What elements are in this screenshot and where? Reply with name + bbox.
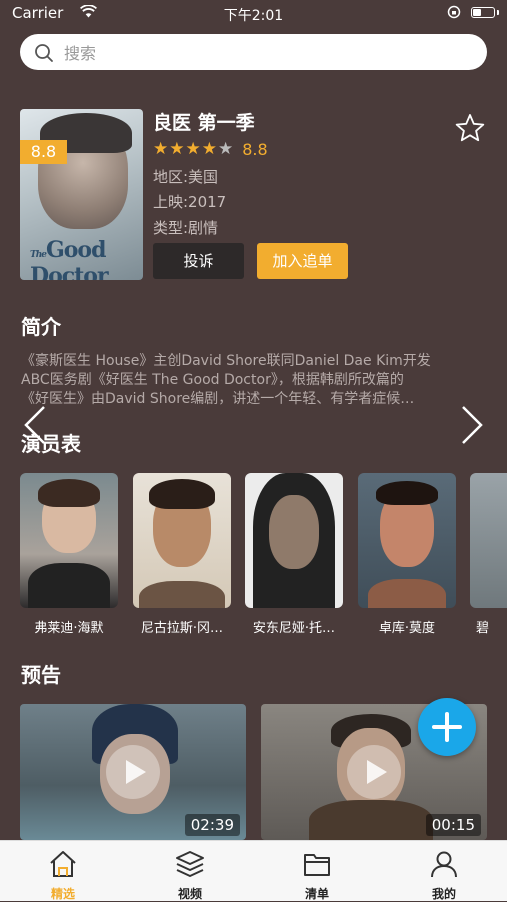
tab-video[interactable]: 视频 (127, 841, 253, 901)
release-label: 上映:2017 (153, 193, 227, 211)
search-input[interactable] (62, 34, 466, 72)
actor-card[interactable]: 安东尼娅·托… (245, 473, 343, 636)
battery-icon (471, 7, 499, 18)
actor-name: 尼古拉斯·冈… (140, 621, 224, 636)
show-title: 良医 第一季 (153, 112, 255, 134)
play-icon[interactable] (106, 745, 160, 799)
actor-photo (20, 473, 118, 608)
tab-featured[interactable]: 精选 (0, 841, 126, 901)
trailer-duration: 02:39 (184, 814, 240, 836)
favorite-star-icon[interactable] (454, 113, 486, 143)
tab-label: 清单 (304, 887, 329, 901)
actor-name: 安东尼娅·托… (252, 621, 336, 636)
play-icon[interactable] (347, 745, 401, 799)
tab-label: 视频 (177, 887, 202, 901)
user-icon (431, 851, 457, 878)
region-label: 地区:美国 (153, 168, 219, 186)
search-icon (35, 44, 53, 62)
add-to-list-button[interactable]: 加入追单 (257, 243, 348, 279)
intro-heading: 简介 (21, 315, 61, 339)
trailer-card[interactable]: 02:39 (20, 704, 246, 840)
report-button[interactable]: 投诉 (153, 243, 244, 279)
actor-photo (358, 473, 456, 608)
trailers-heading: 预告 (21, 663, 61, 687)
cast-heading: 演员表 (21, 432, 81, 456)
folder-icon (304, 854, 330, 876)
rating: ★★★★★ 8.8 (153, 138, 268, 160)
actor-card[interactable]: 碧 (470, 473, 507, 636)
show-poster[interactable]: TheGood Doctor (20, 109, 143, 280)
actor-card[interactable]: 尼古拉斯·冈… (133, 473, 231, 636)
chevron-right-icon[interactable] (459, 404, 485, 446)
rating-score: 8.8 (242, 139, 268, 159)
actor-name: 弗莱迪·海默 (34, 621, 104, 636)
rotation-lock-icon (447, 5, 461, 19)
tab-bar: 精选 视频 清单 我的 (0, 840, 507, 901)
intro-line: 《豪斯医生 House》主创David Shore联同Daniel Dae Ki… (21, 353, 431, 369)
tab-profile[interactable]: 我的 (381, 841, 507, 901)
status-bar: Carrier 下午2:01 (0, 0, 507, 26)
rating-stars: ★★★★★ (153, 139, 235, 159)
intro-line: 《好医生》由David Shore编剧，讲述一个年轻、有学者症候… (21, 391, 415, 407)
actor-card[interactable]: 卓库·莫度 (358, 473, 456, 636)
search-bar[interactable] (20, 34, 487, 72)
clock: 下午2:01 (223, 8, 284, 24)
home-icon (50, 851, 76, 877)
tab-label: 精选 (50, 887, 75, 901)
tab-label: 我的 (431, 887, 456, 901)
actor-name: 卓库·莫度 (378, 621, 436, 636)
tab-list[interactable]: 清单 (254, 841, 380, 901)
intro-line: ABC医务剧《好医生 The Good Doctor》，根据韩剧所改篇的 (21, 372, 404, 388)
genre-label: 类型:剧情 (153, 219, 219, 237)
actor-name: 碧 (476, 621, 490, 636)
actor-photo (245, 473, 343, 608)
add-fab-button[interactable] (418, 698, 476, 756)
cast-list: 弗莱迪·海默 尼古拉斯·冈… 安东尼娅·托… 卓库·莫度 碧 (20, 473, 507, 643)
trailer-duration: 00:15 (425, 814, 481, 836)
actor-photo (133, 473, 231, 608)
intro-text[interactable]: 《豪斯医生 House》主创David Shore联同Daniel Dae Ki… (21, 352, 471, 409)
actor-card[interactable]: 弗莱迪·海默 (20, 473, 118, 636)
poster-title: TheGood Doctor (30, 237, 109, 280)
layers-icon (176, 851, 204, 877)
score-badge: 8.8 (20, 140, 67, 164)
actor-photo (470, 473, 507, 608)
